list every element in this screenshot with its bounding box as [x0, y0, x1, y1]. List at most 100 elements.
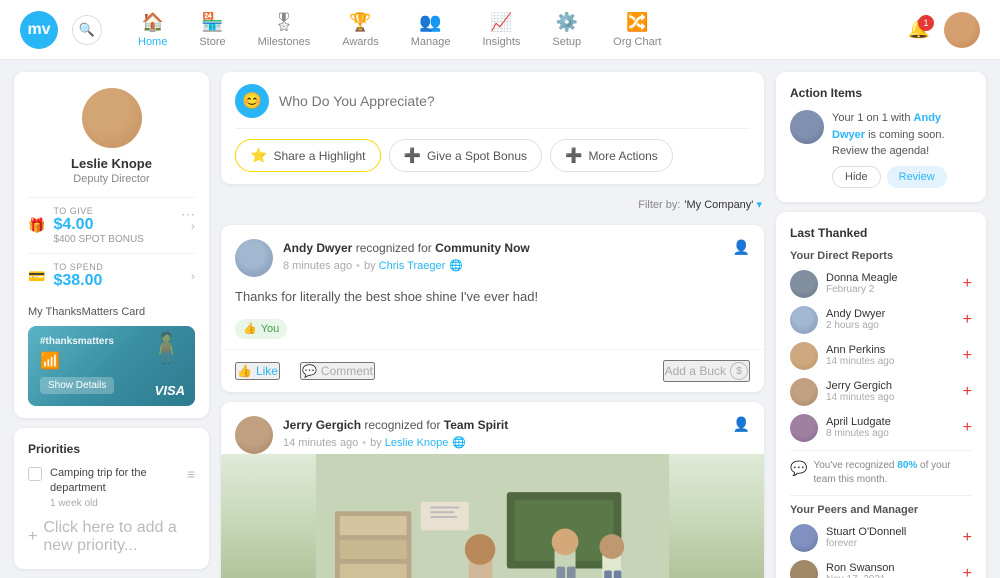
- nav-label-insights: Insights: [482, 36, 520, 48]
- to-give-content: TO GIVE $4.00 $400 SPOT BONUS: [53, 206, 191, 245]
- thanks-visa-card: #thanksmatters 🧍 📶 Show Details VISA: [28, 326, 195, 406]
- to-spend-arrow[interactable]: ›: [191, 269, 195, 283]
- jerry-name: Jerry Gergich: [826, 380, 955, 392]
- search-button[interactable]: 🔍: [72, 15, 102, 45]
- notification-bell[interactable]: 🔔 1: [908, 19, 930, 40]
- nav-item-setup[interactable]: ⚙️ Setup: [536, 12, 597, 48]
- jerry-add-button[interactable]: +: [963, 383, 972, 401]
- like-badge-text: You: [261, 321, 280, 338]
- april-add-button[interactable]: +: [963, 419, 972, 437]
- manage-icon: 👥: [419, 12, 441, 33]
- priorities-card: Priorities Camping trip for the departme…: [14, 428, 209, 569]
- ron-name: Ron Swanson: [826, 562, 955, 574]
- stuart-name: Stuart O'Donnell: [826, 526, 955, 538]
- thumbs-up-icon: 👍: [243, 321, 257, 338]
- show-details-button[interactable]: Show Details: [40, 377, 114, 394]
- andy-info: Andy Dwyer 2 hours ago: [826, 308, 955, 331]
- team-rec-percent: 80%: [897, 460, 917, 471]
- ann-add-button[interactable]: +: [963, 347, 972, 365]
- milestones-icon: 🎖: [273, 12, 296, 33]
- comment-button[interactable]: 💬 Comment: [300, 362, 375, 380]
- nav-item-milestones[interactable]: 🎖 Milestones: [242, 12, 327, 48]
- hide-button[interactable]: Hide: [832, 166, 881, 188]
- filter-prefix: Filter by:: [638, 199, 680, 211]
- ann-info: Ann Perkins 14 minutes ago: [826, 344, 955, 367]
- feed-post-1: Andy Dwyer recognized for Community Now …: [221, 225, 764, 392]
- ron-add-button[interactable]: +: [963, 565, 972, 578]
- priority-text: Camping trip for the department 1 week o…: [50, 466, 179, 511]
- nav-item-orgchart[interactable]: 🔀 Org Chart: [597, 12, 677, 48]
- post-2-time: 14 minutes ago: [283, 437, 358, 449]
- star-icon: ⭐: [250, 147, 267, 164]
- jerry-info: Jerry Gergich 14 minutes ago: [826, 380, 955, 403]
- like-button[interactable]: 👍 Like: [235, 362, 280, 380]
- top-navigation: mv 🔍 🏠 Home 🏪 Store 🎖 Milestones 🏆 Award…: [0, 0, 1000, 60]
- last-thanked-card: Last Thanked Your Direct Reports Donna M…: [776, 212, 986, 578]
- filter-bar: Filter by: 'My Company' ▾: [221, 194, 764, 215]
- nav-label-awards: Awards: [342, 36, 378, 48]
- filter-dropdown[interactable]: 'My Company' ▾: [684, 198, 762, 211]
- to-spend-row: 💳 TO SPEND $38.00 ›: [28, 253, 195, 298]
- nav-item-home[interactable]: 🏠 Home: [122, 12, 183, 48]
- right-panel: Action Items Your 1 on 1 with Andy Dwyer…: [776, 72, 986, 578]
- app-logo[interactable]: mv: [20, 11, 58, 49]
- drag-handle-icon[interactable]: ≡: [187, 466, 195, 482]
- thanked-row-april: April Ludgate 8 minutes ago +: [790, 414, 972, 442]
- profile-card: Leslie Knope Deputy Director 🎁 TO GIVE $…: [14, 72, 209, 418]
- user-avatar[interactable]: [944, 12, 980, 48]
- like-label: Like: [256, 364, 278, 378]
- post-1-time: 8 minutes ago: [283, 260, 352, 272]
- ann-name: Ann Perkins: [826, 344, 955, 356]
- thanked-row-andy: Andy Dwyer 2 hours ago +: [790, 306, 972, 334]
- filter-arrow-icon: ▾: [756, 199, 762, 211]
- priority-checkbox[interactable]: [28, 467, 42, 481]
- more-plus-icon: ➕: [565, 147, 582, 164]
- add-friend-icon[interactable]: 👤: [733, 239, 750, 256]
- last-thanked-title: Last Thanked: [790, 226, 972, 240]
- stuart-time: forever: [826, 538, 955, 549]
- add-buck-label: Add a Buck: [665, 364, 726, 378]
- april-avatar: [790, 414, 818, 442]
- profile-avatar-image: [82, 88, 142, 148]
- stuart-add-button[interactable]: +: [963, 529, 972, 547]
- nav-item-awards[interactable]: 🏆 Awards: [326, 12, 394, 48]
- action-item-buttons: Hide Review: [832, 166, 972, 188]
- thanked-row-ron: Ron Swanson Nov 17, 2021 +: [790, 560, 972, 578]
- nav-label-home: Home: [138, 36, 167, 48]
- current-user-avatar: 😊: [235, 84, 269, 118]
- to-give-label: TO GIVE: [53, 206, 191, 216]
- separator-dot-2: •: [362, 437, 366, 449]
- donna-add-button[interactable]: +: [963, 275, 972, 293]
- to-give-menu[interactable]: ⋯: [181, 206, 195, 223]
- review-button[interactable]: Review: [887, 166, 947, 188]
- post-1-author: Andy Dwyer: [283, 241, 352, 255]
- add-priority-button[interactable]: + Click here to add a new priority...: [28, 519, 195, 555]
- andy-avatar: [790, 306, 818, 334]
- like-icon: 👍: [237, 364, 252, 378]
- feed-post-2: Jerry Gergich recognized for Team Spirit…: [221, 402, 764, 578]
- appreciation-input[interactable]: [279, 93, 750, 109]
- nav-items-list: 🏠 Home 🏪 Store 🎖 Milestones 🏆 Awards 👥 M…: [122, 12, 908, 48]
- andy-add-button[interactable]: +: [963, 311, 972, 329]
- nav-label-milestones: Milestones: [258, 36, 311, 48]
- nav-item-insights[interactable]: 📈 Insights: [466, 12, 536, 48]
- post-2-by-person[interactable]: Leslie Knope: [385, 437, 449, 449]
- give-spot-bonus-button[interactable]: ➕ Give a Spot Bonus: [389, 139, 543, 172]
- action-items-card: Action Items Your 1 on 1 with Andy Dwyer…: [776, 72, 986, 202]
- user-face-icon: 😊: [242, 91, 262, 111]
- more-actions-button[interactable]: ➕ More Actions: [550, 139, 673, 172]
- add-buck-button[interactable]: Add a Buck $: [663, 360, 750, 382]
- separator-dot: •: [356, 260, 360, 272]
- add-friend-icon-2[interactable]: 👤: [733, 416, 750, 433]
- share-highlight-button[interactable]: ⭐ Share a Highlight: [235, 139, 381, 172]
- appreciation-input-row: 😊: [235, 84, 750, 118]
- action-item-avatar: [790, 110, 824, 144]
- nav-item-manage[interactable]: 👥 Manage: [395, 12, 467, 48]
- nav-item-store[interactable]: 🏪 Store: [183, 12, 241, 48]
- nav-label-store: Store: [199, 36, 225, 48]
- add-icon: +: [28, 528, 37, 546]
- ron-info: Ron Swanson Nov 17, 2021: [826, 562, 955, 578]
- post-2-header: Jerry Gergich recognized for Team Spirit…: [221, 402, 764, 454]
- post-1-by-person[interactable]: Chris Traeger: [379, 260, 446, 272]
- search-icon: 🔍: [79, 22, 95, 38]
